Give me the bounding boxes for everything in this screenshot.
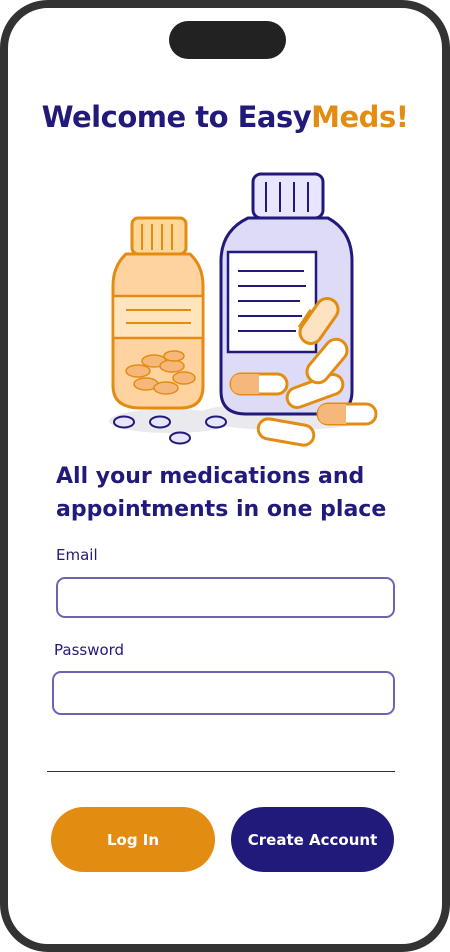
- email-label: Email: [56, 546, 98, 564]
- password-field[interactable]: [52, 671, 395, 715]
- divider: [47, 771, 395, 772]
- title-accent: Meds!: [311, 100, 409, 134]
- email-field[interactable]: [56, 577, 395, 618]
- create-account-button[interactable]: Create Account: [231, 807, 394, 872]
- medicine-bottles-illustration: [109, 172, 378, 447]
- login-button[interactable]: Log In: [51, 807, 215, 872]
- tagline: All your medications and appointments in…: [56, 464, 387, 522]
- title-prefix: Welcome to Easy: [41, 100, 312, 134]
- phone-frame: Welcome to EasyMeds! All your medication…: [0, 0, 450, 952]
- password-label: Password: [54, 641, 125, 659]
- page-title: Welcome to EasyMeds!: [8, 100, 442, 134]
- phone-notch: [169, 21, 286, 59]
